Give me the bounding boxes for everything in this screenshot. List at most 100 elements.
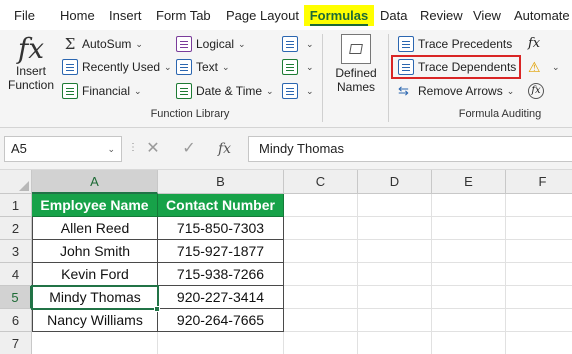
text-button[interactable]: Text ⌄ (176, 57, 230, 77)
date-time-button[interactable]: Date & Time ⌄ (176, 81, 274, 101)
cell-a3[interactable]: John Smith (32, 240, 158, 263)
logical-label: Logical (196, 37, 235, 51)
cell-b5[interactable]: 920-227-3414 (158, 286, 284, 309)
column-header-b[interactable]: B (158, 170, 284, 194)
group-separator (388, 34, 389, 122)
show-formulas-button[interactable]: fx (528, 34, 548, 54)
math-trig-icon (282, 59, 298, 75)
warning-icon: ⚠ (528, 59, 541, 75)
chevron-down-icon: ⌄ (306, 62, 314, 72)
more-functions-button[interactable]: ⌄ (282, 81, 314, 101)
fill-handle[interactable] (154, 306, 160, 312)
date-time-icon (176, 83, 192, 99)
text-icon (176, 59, 192, 75)
logical-button[interactable]: Logical ⌄ (176, 34, 246, 54)
tab-page-layout[interactable]: Page Layout (226, 5, 299, 26)
cell-b3[interactable]: 715-927-1877 (158, 240, 284, 263)
row-header-3[interactable]: 3 (0, 240, 32, 263)
tab-home[interactable]: Home (60, 5, 95, 26)
tab-view[interactable]: View (473, 5, 501, 26)
cell-c1[interactable] (284, 194, 358, 217)
chevron-down-icon: ⌄ (266, 86, 274, 96)
column-header-a[interactable]: A (32, 170, 158, 194)
formula-bar: A5 ⌄ ⋮ ✕ ✓ fx Mindy Thomas (0, 128, 572, 170)
cell-a2[interactable]: Allen Reed (32, 217, 158, 240)
cell-a6[interactable]: Nancy Williams (32, 309, 158, 332)
enter-check-icon[interactable]: ✓ (178, 138, 200, 160)
empty-row-7[interactable] (32, 332, 284, 354)
cell-b4[interactable]: 715-938-7266 (158, 263, 284, 286)
tab-formulas[interactable]: Formulas (304, 5, 374, 26)
sigma-icon: Σ (64, 35, 76, 53)
tab-automate[interactable]: Automate (514, 5, 570, 26)
remove-arrows-button[interactable]: ⇆ Remove Arrows ⌄ (398, 81, 514, 101)
cell-d1[interactable] (358, 194, 432, 217)
tab-form-tab[interactable]: Form Tab (156, 5, 211, 26)
text-label: Text (196, 60, 219, 74)
column-header-e[interactable]: E (432, 170, 506, 194)
row-header-4[interactable]: 4 (0, 263, 32, 286)
empty-cells-area[interactable] (284, 217, 572, 354)
row-header-6[interactable]: 6 (0, 309, 32, 332)
column-header-f[interactable]: F (506, 170, 572, 194)
cell-a5[interactable]: Mindy Thomas (32, 286, 158, 309)
tab-review[interactable]: Review (420, 5, 463, 26)
autosum-label: AutoSum (82, 37, 132, 51)
error-checking-button[interactable]: ⚠ ⌄ (528, 57, 560, 77)
autosum-button[interactable]: Σ AutoSum ⌄ (62, 34, 143, 54)
insert-function-button[interactable]: fx Insert Function (4, 34, 58, 93)
insert-function-label-1: Insert (15, 64, 46, 78)
chevron-down-icon: ⌄ (222, 62, 230, 72)
chevron-down-icon[interactable]: ⌄ (107, 137, 115, 161)
trace-dependents-highlight (391, 55, 521, 79)
column-header-c[interactable]: C (284, 170, 358, 194)
cell-b2[interactable]: 715-850-7303 (158, 217, 284, 240)
show-formulas-icon: fx (528, 36, 541, 51)
tab-insert[interactable]: Insert (109, 5, 142, 26)
chevron-down-icon: ⌄ (552, 62, 560, 72)
spreadsheet-grid: A B C D E F 1 2 3 4 5 6 7 Employee Name … (0, 170, 572, 354)
financial-label: Financial (82, 84, 131, 98)
cell-a4[interactable]: Kevin Ford (32, 263, 158, 286)
financial-button[interactable]: Financial ⌄ (62, 81, 142, 101)
lookup-reference-button[interactable]: ⌄ (282, 34, 314, 54)
cell-e1[interactable] (432, 194, 506, 217)
select-all-corner[interactable] (0, 170, 32, 194)
chevron-down-icon: ⌄ (164, 62, 172, 72)
cell-a1[interactable]: Employee Name (32, 194, 158, 217)
trace-precedents-label: Trace Precedents (418, 37, 513, 51)
cell-b6[interactable]: 920-264-7665 (158, 309, 284, 332)
row-header-5[interactable]: 5 (0, 286, 32, 309)
ribbon: fx Insert Function Σ AutoSum ⌄ Recently … (0, 30, 572, 128)
recently-used-label: Recently Used (82, 60, 161, 74)
row-header-2[interactable]: 2 (0, 217, 32, 240)
tab-data[interactable]: Data (380, 5, 407, 26)
tab-formulas-label: Formulas (309, 8, 369, 26)
column-header-d[interactable]: D (358, 170, 432, 194)
recently-used-button[interactable]: Recently Used ⌄ (62, 57, 172, 77)
trace-precedents-button[interactable]: Trace Precedents (398, 34, 512, 54)
row-header-1[interactable]: 1 (0, 194, 32, 217)
financial-icon (62, 83, 78, 99)
tab-file[interactable]: File (14, 5, 35, 26)
formula-input[interactable]: Mindy Thomas (248, 136, 572, 162)
remove-arrows-label: Remove Arrows (418, 84, 503, 98)
date-time-label: Date & Time (196, 84, 263, 98)
chevron-down-icon: ⌄ (306, 86, 314, 96)
cancel-icon[interactable]: ✕ (142, 138, 164, 160)
trace-precedents-icon (398, 36, 414, 52)
cell-f1[interactable] (506, 194, 572, 217)
function-library-group-label: Function Library (150, 108, 230, 120)
math-trig-button[interactable]: ⌄ (282, 57, 314, 77)
row-header-7[interactable]: 7 (0, 332, 32, 354)
defined-names-label-1: Defined (335, 66, 377, 80)
insert-function-icon[interactable]: fx (218, 138, 231, 160)
cell-b1[interactable]: Contact Number (158, 194, 284, 217)
group-separator (322, 34, 323, 122)
chevron-down-icon: ⌄ (306, 39, 314, 49)
defined-names-button[interactable]: Defined Names (326, 34, 386, 94)
more-functions-icon (282, 83, 298, 99)
menu-bar: File Home Insert Form Tab Page Layout Fo… (0, 0, 572, 30)
name-box[interactable]: A5 ⌄ (4, 136, 122, 162)
evaluate-formula-button[interactable]: fx (528, 81, 548, 101)
